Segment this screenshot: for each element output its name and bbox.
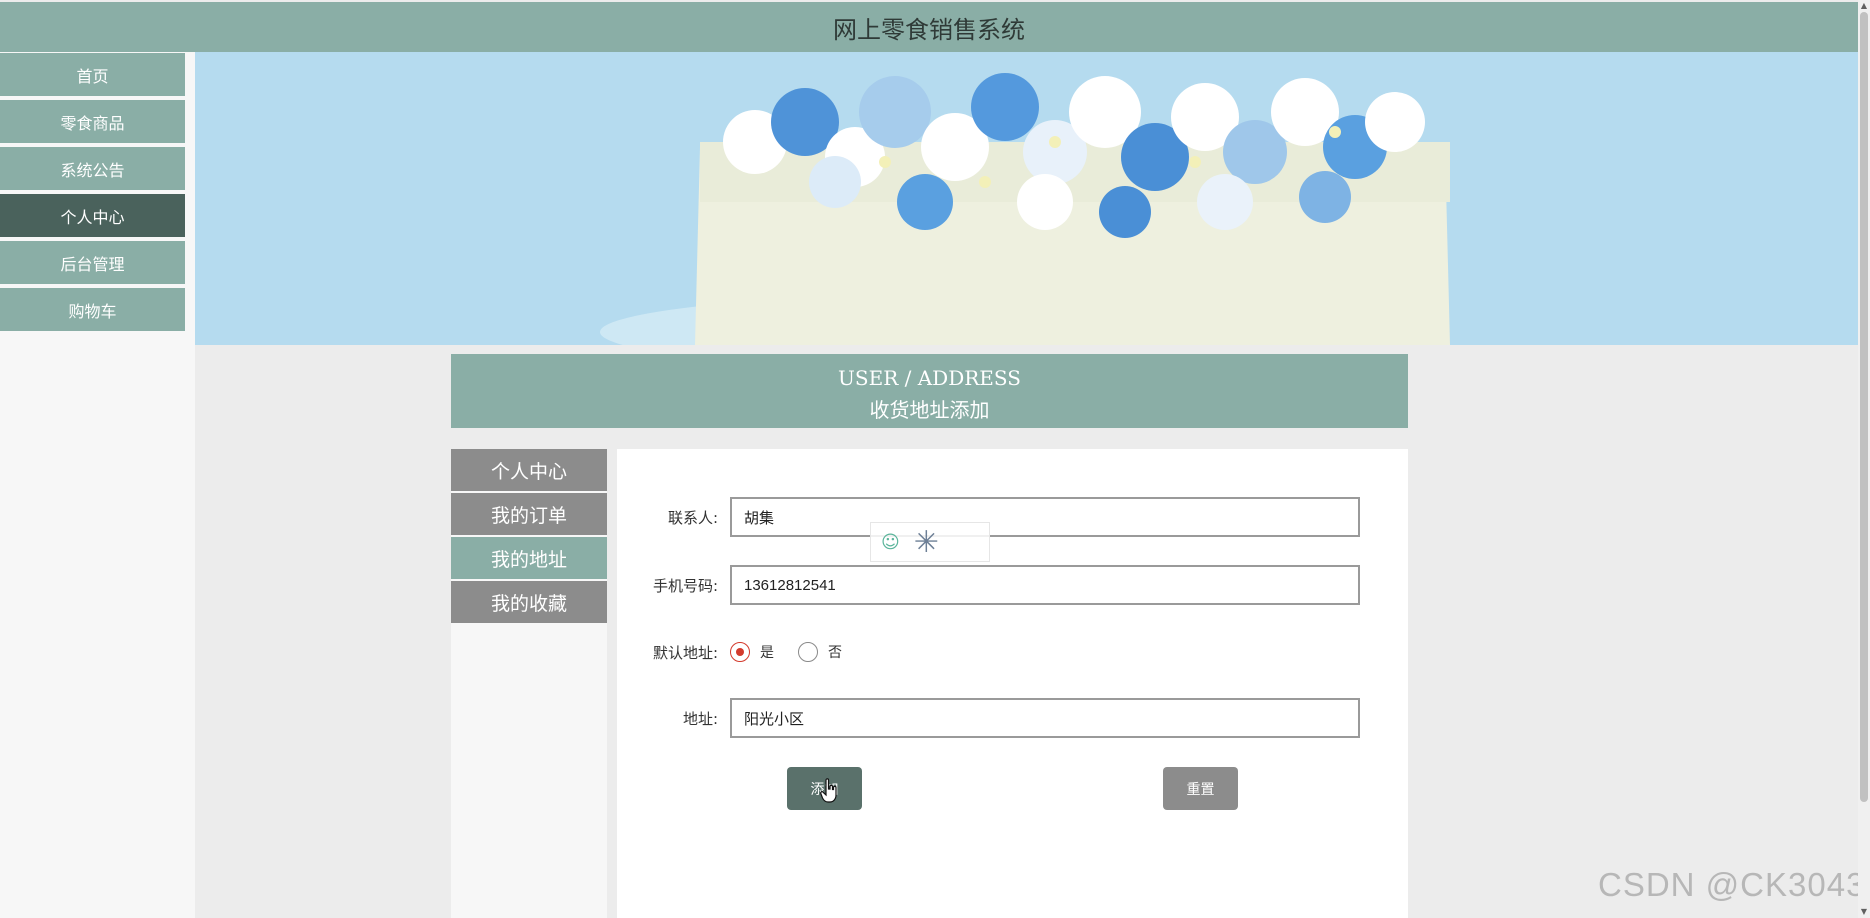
section-title-en: USER / ADDRESS [838, 366, 1021, 390]
site-title: 网上零食销售系统 [833, 15, 1025, 44]
loading-spinner-icon: ✳ [913, 524, 939, 560]
default-address-label: 默认地址: [652, 643, 718, 662]
watermark-text: CSDN @CK3043 [1598, 866, 1866, 903]
top-header-bar: 网上零食销售系统 [0, 2, 1858, 52]
nav-item-home[interactable]: 首页 [0, 53, 185, 96]
nav-item-admin[interactable]: 后台管理 [0, 241, 185, 284]
section-title-cn: 收货地址添加 [869, 398, 990, 422]
side-item-my-favorites[interactable]: 我的收藏 [451, 581, 607, 623]
nav-item-announcements[interactable]: 系统公告 [0, 147, 185, 190]
page: 网上零食销售系统 首页 零食商品 系统公告 个人中心 后台管理 购物车 USER… [0, 0, 1870, 918]
nav-item-personal-center[interactable]: 个人中心 [0, 194, 185, 237]
user-side-menu: 个人中心 我的订单 我的地址 我的收藏 [451, 449, 607, 918]
loading-toast: ☺ ✳ [870, 522, 990, 562]
address-label: 地址: [682, 709, 718, 728]
default-yes-label: 是 [760, 645, 774, 661]
reset-button[interactable]: 重置 [1163, 767, 1238, 810]
left-navigation: 首页 零食商品 系统公告 个人中心 后台管理 购物车 [0, 52, 195, 918]
contact-label: 联系人: [667, 508, 718, 527]
scrollbar-thumb[interactable] [1860, 12, 1868, 802]
phone-label: 手机号码: [652, 576, 718, 595]
default-yes-radio[interactable] [730, 642, 750, 662]
default-address-row: 默认地址: 是 否 [617, 632, 856, 672]
default-address-radio-group: 是 否 [730, 642, 856, 662]
scroll-up-icon[interactable]: ▲ [1858, 0, 1870, 12]
section-header: USER / ADDRESS 收货地址添加 [451, 354, 1408, 428]
vertical-scrollbar[interactable]: ▲ ▼ [1858, 0, 1870, 918]
side-item-my-orders[interactable]: 我的订单 [451, 493, 607, 535]
phone-row: 手机号码: 13612812541 [617, 565, 1360, 605]
side-item-personal-center[interactable]: 个人中心 [451, 449, 607, 491]
phone-input[interactable]: 13612812541 [730, 565, 1360, 605]
scroll-down-icon[interactable]: ▼ [1858, 906, 1870, 918]
default-no-radio[interactable] [798, 642, 818, 662]
address-input[interactable]: 阳光小区 [730, 698, 1360, 738]
default-no-label: 否 [828, 645, 842, 661]
side-item-my-address[interactable]: 我的地址 [451, 537, 607, 579]
hand-pointer-icon [820, 778, 837, 803]
smile-icon: ☺ [881, 531, 900, 553]
banner-cake-image [195, 52, 1858, 345]
nav-item-cart[interactable]: 购物车 [0, 288, 185, 331]
address-row: 地址: 阳光小区 [617, 698, 1360, 738]
contact-input[interactable]: 胡集 [730, 497, 1360, 537]
address-form-panel: 联系人: 胡集 手机号码: 13612812541 默认地址: 是 否 地址: … [617, 449, 1408, 918]
nav-item-snack-products[interactable]: 零食商品 [0, 100, 185, 143]
